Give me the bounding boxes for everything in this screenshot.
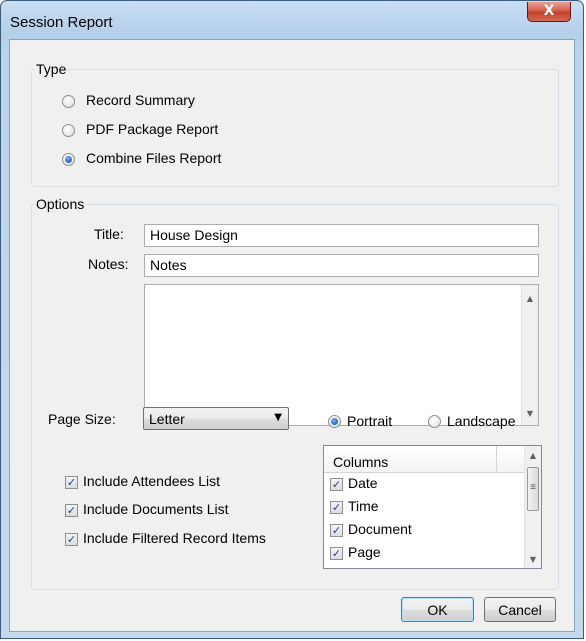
scroll-grip-icon: ≡ — [530, 482, 536, 493]
include-filtered-record-items-checkbox[interactable]: ✓ — [65, 533, 78, 546]
title-bar[interactable]: Session Report X — [1, 1, 583, 39]
pdf-package-report-label: PDF Package Report — [86, 121, 219, 137]
combine-files-report-label: Combine Files Report — [86, 150, 222, 166]
document-checkbox[interactable]: ✓ — [330, 524, 343, 537]
page-size-dropdown[interactable]: Letter ▼ — [143, 407, 289, 430]
notes-field-label: Notes: — [88, 256, 129, 272]
checkmark-icon: ✓ — [66, 533, 77, 546]
page-checkbox[interactable]: ✓ — [330, 547, 343, 560]
dialog-title: Session Report — [10, 14, 113, 31]
title-input[interactable]: House Design — [144, 224, 539, 247]
options-group-label: Options — [36, 196, 85, 212]
include-documents-label: Include Documents List — [83, 501, 229, 517]
landscape-label: Landscape — [447, 413, 516, 429]
scroll-up-arrow-icon[interactable]: ▲ — [525, 451, 541, 460]
checkmark-icon: ✓ — [66, 476, 77, 489]
type-group-label: Type — [36, 61, 67, 77]
scroll-thumb[interactable]: ≡ — [527, 467, 539, 511]
column-item-label: Date — [348, 475, 378, 491]
landscape-radio[interactable] — [428, 415, 441, 428]
close-button[interactable]: X — [527, 2, 571, 22]
cancel-button[interactable]: Cancel — [484, 597, 556, 622]
portrait-label: Portrait — [347, 413, 393, 429]
checkmark-icon: ✓ — [331, 524, 342, 537]
columns-header-divider — [496, 446, 497, 472]
include-documents-checkbox[interactable]: ✓ — [65, 504, 78, 517]
column-item-label: Document — [348, 521, 412, 537]
dialog-window: Session Report X Type Record Summary PDF… — [0, 0, 584, 639]
column-item-label: Time — [348, 498, 379, 514]
checkmark-icon: ✓ — [331, 501, 342, 514]
include-attendees-checkbox[interactable]: ✓ — [65, 476, 78, 489]
column-item-label: Page — [348, 544, 381, 560]
list-item[interactable]: ✓ Document — [324, 519, 524, 542]
columns-header-label: Columns — [333, 454, 389, 470]
record-summary-label: Record Summary — [86, 92, 195, 108]
list-item[interactable]: ✓ Date — [324, 473, 524, 496]
notes-scrollbar[interactable]: ▲ ▼ — [521, 285, 538, 425]
close-icon: X — [543, 3, 555, 19]
include-filtered-record-items-label: Include Filtered Record Items — [83, 530, 266, 546]
page-size-label: Page Size: — [48, 411, 116, 427]
scroll-up-arrow-icon[interactable]: ▲ — [522, 291, 538, 306]
pdf-package-report-radio[interactable] — [62, 124, 75, 137]
notes-textarea[interactable]: ▲ ▼ — [144, 284, 539, 426]
columns-header[interactable]: Columns — [324, 446, 525, 473]
list-item[interactable]: ✓ Page — [324, 542, 524, 565]
checkmark-icon: ✓ — [331, 478, 342, 491]
ok-button[interactable]: OK — [401, 597, 474, 622]
include-attendees-label: Include Attendees List — [83, 473, 220, 489]
checkmark-icon: ✓ — [66, 504, 77, 517]
checkmark-icon: ✓ — [331, 547, 342, 560]
scroll-down-arrow-icon[interactable]: ▼ — [522, 406, 538, 421]
dialog-client-area: Type Record Summary PDF Package Report C… — [9, 39, 575, 632]
list-item[interactable]: ✓ Time — [324, 496, 524, 519]
columns-listbox[interactable]: Columns ✓ Date ✓ Time ✓ Document ✓ Page … — [323, 445, 542, 569]
notes-input[interactable]: Notes — [144, 254, 539, 277]
scroll-down-arrow-icon[interactable]: ▼ — [525, 555, 541, 564]
combine-files-report-radio[interactable] — [62, 153, 75, 166]
columns-scrollbar[interactable]: ▲ ≡ ▼ — [524, 446, 541, 568]
portrait-radio[interactable] — [328, 415, 341, 428]
time-checkbox[interactable]: ✓ — [330, 501, 343, 514]
title-field-label: Title: — [94, 226, 124, 242]
page-size-value: Letter — [149, 411, 185, 427]
dropdown-arrow-icon: ▼ — [274, 412, 282, 423]
date-checkbox[interactable]: ✓ — [330, 478, 343, 491]
record-summary-radio[interactable] — [62, 95, 75, 108]
